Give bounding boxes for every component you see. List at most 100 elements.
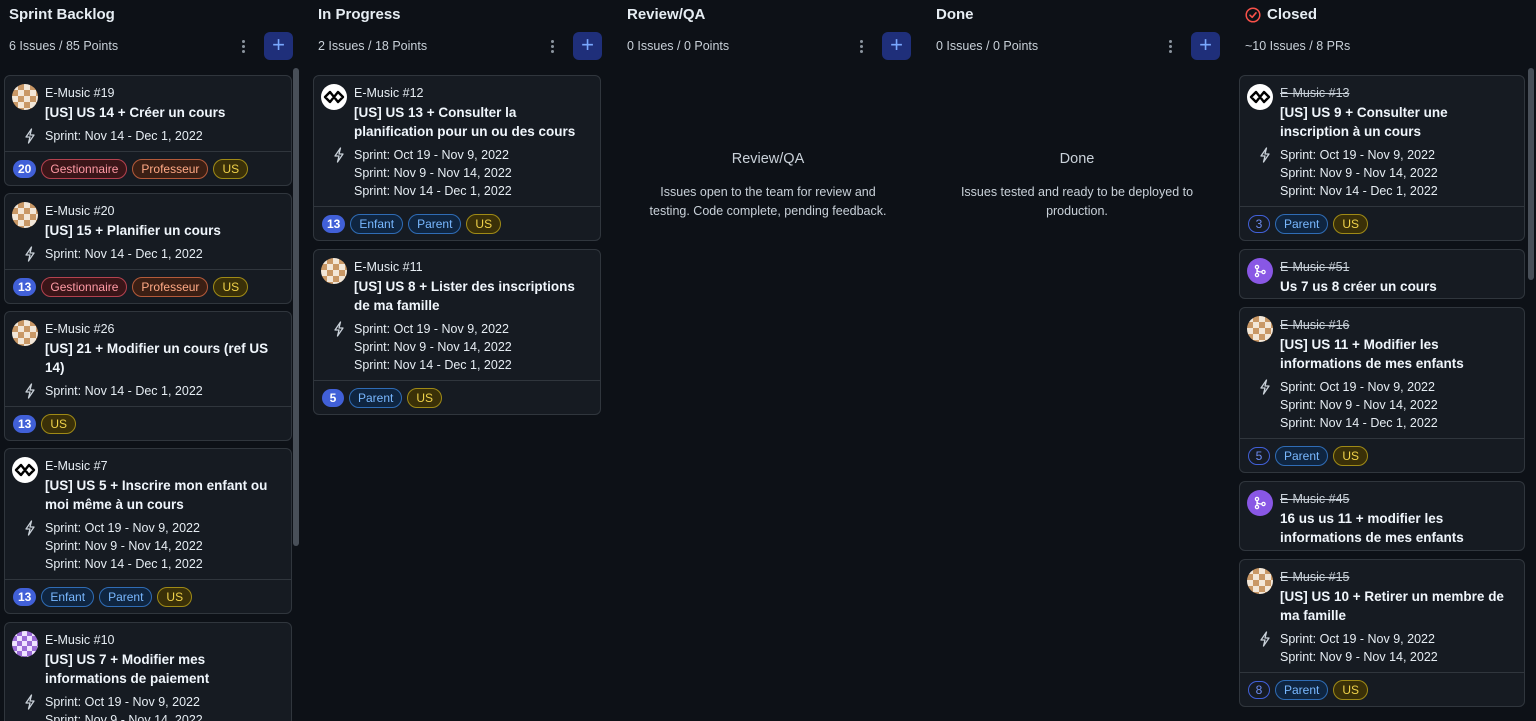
add-item-button[interactable]: +: [882, 32, 911, 60]
sprint-value: Sprint: Nov 9 - Nov 14, 2022: [1280, 650, 1438, 664]
column-scrollbar[interactable]: [293, 68, 299, 546]
card-footer: 5 Parent US: [1240, 438, 1524, 472]
issue-reference[interactable]: E-Music #11: [354, 259, 592, 275]
issue-title[interactable]: [US] US 10 + Retirer un membre de ma fam…: [1280, 587, 1516, 625]
pr-title[interactable]: 16 us us 11 + modifier les informations …: [1280, 509, 1516, 547]
lightning-icon: [334, 321, 344, 337]
issue-reference[interactable]: E-Music #16: [1280, 317, 1516, 333]
issue-reference[interactable]: E-Music #20: [45, 203, 283, 219]
points-badge: 13: [13, 587, 37, 606]
sprint-value: Sprint: Nov 9 - Nov 14, 2022: [1280, 398, 1438, 412]
empty-description: Issues open to the team for review and t…: [649, 185, 887, 218]
avatar: [321, 84, 347, 110]
sprint-field: Sprint: Oct 19 - Nov 9, 2022 Sprint: Nov…: [1260, 630, 1516, 666]
issue-title[interactable]: [US] US 13 + Consulter la planification …: [354, 103, 592, 141]
column-menu-icon[interactable]: [235, 36, 251, 56]
label-us[interactable]: US: [407, 387, 443, 408]
sprint-value: Sprint: Nov 9 - Nov 14, 2022: [45, 713, 203, 721]
project-board: Sprint Backlog 6 Issues / 85 Points + E-…: [0, 0, 1536, 721]
label-enfant[interactable]: Enfant: [350, 213, 404, 234]
card-footer: 3 Parent US: [1240, 206, 1524, 240]
sprint-field: Sprint: Nov 14 - Dec 1, 2022: [25, 382, 283, 400]
label-parent[interactable]: Parent: [1275, 445, 1329, 466]
issue-card[interactable]: E-Music #13 [US] US 9 + Consulter une in…: [1239, 75, 1525, 241]
issue-card[interactable]: E-Music #19 [US] US 14 + Créer un cours …: [4, 75, 292, 186]
issue-card[interactable]: E-Music #7 [US] US 5 + Inscrire mon enfa…: [4, 448, 292, 614]
add-item-button[interactable]: +: [1191, 32, 1220, 60]
issue-title[interactable]: [US] US 11 + Modifier les informations d…: [1280, 335, 1516, 373]
label-us[interactable]: US: [213, 158, 249, 179]
issue-reference[interactable]: E-Music #26: [45, 321, 283, 337]
issue-title[interactable]: [US] 15 + Planifier un cours: [45, 221, 283, 240]
sprint-value: Sprint: Nov 14 - Dec 1, 2022: [354, 358, 512, 372]
label-parent[interactable]: Parent: [1275, 679, 1329, 700]
label-parent[interactable]: Parent: [99, 586, 153, 607]
issue-reference[interactable]: E-Music #13: [1280, 85, 1516, 101]
label-parent[interactable]: Parent: [349, 387, 403, 408]
sprint-value: Sprint: Oct 19 - Nov 9, 2022: [354, 148, 509, 162]
add-item-button[interactable]: +: [264, 32, 293, 60]
points-badge: 13: [322, 214, 346, 233]
issue-title[interactable]: [US] US 7 + Modifier mes informations de…: [45, 650, 283, 688]
label-us[interactable]: US: [41, 413, 77, 434]
column-menu-icon[interactable]: [853, 36, 869, 56]
issue-card[interactable]: E-Music #16 [US] US 11 + Modifier les in…: [1239, 307, 1525, 473]
label-us[interactable]: US: [1333, 679, 1369, 700]
pr-reference[interactable]: E-Music #51: [1280, 259, 1516, 275]
sprint-value: Sprint: Oct 19 - Nov 9, 2022: [45, 695, 200, 709]
add-item-button[interactable]: +: [573, 32, 602, 60]
label-enfant[interactable]: Enfant: [41, 586, 95, 607]
label-us[interactable]: US: [213, 276, 249, 297]
column-scrollbar[interactable]: [1528, 68, 1534, 280]
issue-card[interactable]: E-Music #11 [US] US 8 + Lister des inscr…: [313, 249, 601, 415]
sprint-field: Sprint: Oct 19 - Nov 9, 2022 Sprint: Nov…: [25, 519, 283, 573]
issue-card[interactable]: E-Music #20 [US] 15 + Planifier un cours…: [4, 193, 292, 304]
label-gestionnaire[interactable]: Gestionnaire: [41, 276, 128, 297]
label-us[interactable]: US: [466, 213, 502, 234]
column-in-progress: In Progress 2 Issues / 18 Points + E-Mus…: [309, 0, 609, 721]
column-menu-icon[interactable]: [1162, 36, 1178, 56]
label-us[interactable]: US: [157, 586, 193, 607]
label-parent[interactable]: Parent: [1275, 213, 1329, 234]
column-count: 0 Issues / 0 Points: [627, 39, 730, 53]
issue-title[interactable]: [US] US 8 + Lister des inscriptions de m…: [354, 277, 592, 315]
card-footer: 8 Parent US: [1240, 672, 1524, 706]
label-us[interactable]: US: [1333, 445, 1369, 466]
sprint-value: Sprint: Nov 14 - Dec 1, 2022: [45, 247, 203, 261]
label-professeur[interactable]: Professeur: [132, 158, 209, 179]
issue-reference[interactable]: E-Music #15: [1280, 569, 1516, 585]
sprint-value: Sprint: Nov 9 - Nov 14, 2022: [1280, 166, 1438, 180]
sprint-field: Sprint: Oct 19 - Nov 9, 2022 Sprint: Nov…: [1260, 146, 1516, 200]
issue-title[interactable]: [US] US 5 + Inscrire mon enfant ou moi m…: [45, 476, 283, 514]
issue-reference[interactable]: E-Music #10: [45, 632, 283, 648]
pull-request-card[interactable]: E-Music #45 16 us us 11 + modifier les i…: [1239, 481, 1525, 551]
issue-reference[interactable]: E-Music #19: [45, 85, 283, 101]
pr-title[interactable]: Us 7 us 8 créer un cours: [1280, 277, 1516, 296]
issue-card[interactable]: E-Music #26 [US] 21 + Modifier un cours …: [4, 311, 292, 441]
issue-title[interactable]: [US] US 14 + Créer un cours: [45, 103, 283, 122]
points-badge: 5: [322, 388, 344, 407]
repo-logo-icon: [1249, 90, 1271, 104]
issue-card[interactable]: E-Music #10 [US] US 7 + Modifier mes inf…: [4, 622, 292, 721]
merged-pr-icon: [1254, 496, 1266, 510]
column-menu-icon[interactable]: [544, 36, 560, 56]
sprint-value: Sprint: Nov 14 - Dec 1, 2022: [1280, 416, 1438, 430]
label-professeur[interactable]: Professeur: [132, 276, 209, 297]
issue-card[interactable]: E-Music #15 [US] US 10 + Retirer un memb…: [1239, 559, 1525, 707]
points-badge: 8: [1248, 680, 1270, 699]
issue-reference[interactable]: E-Music #7: [45, 458, 283, 474]
sprint-field: Sprint: Nov 14 - Dec 1, 2022: [25, 127, 283, 145]
column-title: Sprint Backlog: [9, 6, 115, 23]
issue-title[interactable]: [US] 21 + Modifier un cours (ref US 14): [45, 339, 283, 377]
points-badge: 20: [13, 159, 37, 178]
pr-reference[interactable]: E-Music #45: [1280, 491, 1516, 507]
issue-title[interactable]: [US] US 9 + Consulter une inscription à …: [1280, 103, 1516, 141]
label-gestionnaire[interactable]: Gestionnaire: [41, 158, 128, 179]
label-us[interactable]: US: [1333, 213, 1369, 234]
label-parent[interactable]: Parent: [408, 213, 462, 234]
pull-request-card[interactable]: E-Music #51 Us 7 us 8 créer un cours: [1239, 249, 1525, 299]
empty-title: Done: [1059, 151, 1095, 167]
issue-card[interactable]: E-Music #12 [US] US 13 + Consulter la pl…: [313, 75, 601, 241]
empty-description: Issues tested and ready to be deployed t…: [960, 185, 1194, 218]
issue-reference[interactable]: E-Music #12: [354, 85, 592, 101]
